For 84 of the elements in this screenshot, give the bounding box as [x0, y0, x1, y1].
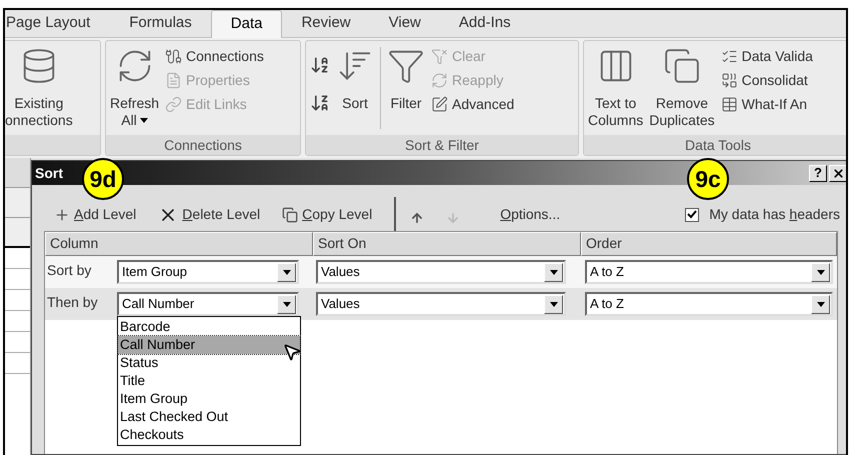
- dropdown-option[interactable]: Checkouts: [118, 426, 300, 444]
- column-header: Sort On: [313, 232, 581, 256]
- spreadsheet-cell: [5, 353, 30, 374]
- dropdown-option[interactable]: Status: [118, 354, 300, 372]
- row-label: Sort by: [47, 261, 92, 280]
- sort-level-row[interactable]: Sort by Item Group Values A to Z: [45, 256, 837, 288]
- help-button[interactable]: ?: [809, 164, 827, 182]
- dropdown-option[interactable]: Title: [118, 372, 300, 390]
- close-button[interactable]: [829, 164, 846, 182]
- ribbon-small-button[interactable]: What-If An: [720, 95, 813, 113]
- dialog-title: Sort: [34, 164, 63, 182]
- ribbon-tab[interactable]: Formulas: [110, 10, 211, 37]
- ribbon-tab[interactable]: Review: [282, 10, 370, 37]
- order-dropdown[interactable]: A to Z: [585, 260, 833, 284]
- ribbon-large-button[interactable]: Remove Duplicates: [649, 47, 715, 129]
- order-dropdown[interactable]: A to Z: [585, 292, 833, 316]
- ribbon-small-button[interactable]: Consolidat: [720, 71, 813, 89]
- spreadsheet-cell: [5, 248, 30, 269]
- group-title: Sort & Filter: [306, 135, 578, 155]
- spreadsheet-cell: [5, 332, 30, 353]
- dropdown-option[interactable]: Item Group: [118, 390, 300, 408]
- dropdown-arrow-icon: [816, 302, 824, 306]
- dropdown-option[interactable]: Last Checked Out: [118, 408, 300, 426]
- dropdown-option[interactable]: Barcode: [118, 318, 300, 336]
- spreadsheet-cell: [5, 290, 30, 311]
- dropdown-button[interactable]: [544, 294, 563, 314]
- sort-on-dropdown[interactable]: Values: [316, 260, 566, 284]
- dropdown-button[interactable]: [544, 262, 563, 282]
- toolbar-button[interactable]: Delete Level: [154, 204, 264, 225]
- ribbon-button-icon: [662, 47, 701, 85]
- ribbon-button-icon: [165, 48, 182, 64]
- dropdown-button[interactable]: [277, 262, 296, 282]
- headers-checkbox[interactable]: My data has headers: [685, 204, 840, 225]
- sort-ascending-icon: [310, 55, 330, 75]
- ribbon-button-icon: [431, 96, 448, 112]
- column-header: Order: [581, 232, 837, 256]
- arrow-up-icon: [410, 211, 424, 225]
- ribbon-large-button[interactable]: Existing onnections: [5, 47, 73, 129]
- dropdown-arrow-icon: [550, 270, 558, 274]
- ribbon-button-icon: [431, 72, 448, 88]
- row-label: Then by: [47, 293, 99, 312]
- ribbon-tab[interactable]: Add-Ins: [440, 10, 530, 37]
- dropdown-arrow-icon: [282, 270, 290, 274]
- group-title: Connections: [106, 135, 300, 155]
- column-dropdown[interactable]: Item Group: [117, 260, 299, 284]
- toolbar-button[interactable]: Add Level: [50, 204, 140, 225]
- column-dropdown[interactable]: Call Number: [117, 292, 299, 316]
- dropdown-arrow-icon: [816, 270, 824, 274]
- group-title: Data Tools: [584, 135, 846, 155]
- options-button[interactable]: Options...: [496, 204, 564, 225]
- arrow-down-icon: [446, 211, 460, 225]
- ribbon-large-button[interactable]: Filter: [387, 47, 425, 112]
- dropdown-button[interactable]: [811, 262, 830, 282]
- check-icon: [687, 210, 698, 219]
- ribbon-small-button[interactable]: Advanced: [431, 95, 514, 113]
- dropdown-button[interactable]: [811, 294, 830, 314]
- ribbon-button-icon: [720, 72, 738, 88]
- ribbon-tab[interactable]: Data: [210, 10, 282, 38]
- spreadsheet-cell: [5, 311, 30, 332]
- ribbon-large-button[interactable]: Sort: [336, 47, 374, 112]
- ribbon-button-icon: [165, 96, 182, 112]
- ribbon-button-icon: [720, 96, 738, 112]
- dropdown-button[interactable]: [277, 294, 296, 314]
- ribbon-large-button[interactable]: Refresh All: [110, 47, 160, 129]
- toolbar-button[interactable]: Copy Level: [278, 204, 376, 225]
- dropdown-arrow-icon: [550, 302, 558, 306]
- ribbon-button-icon: [431, 48, 448, 64]
- dropdown-arrow-icon: [282, 302, 290, 306]
- spreadsheet-cell: [5, 269, 30, 290]
- column-header: Column: [45, 232, 313, 256]
- ribbon-tab[interactable]: View: [370, 10, 440, 37]
- ribbon-button-icon: [165, 72, 182, 88]
- close-icon: [832, 166, 844, 180]
- checkbox[interactable]: [685, 208, 700, 222]
- sort-descending-button[interactable]: [310, 93, 330, 113]
- add-icon: [54, 206, 70, 222]
- sort-ascending-button[interactable]: [310, 55, 330, 75]
- sort-descending-icon: [310, 93, 330, 113]
- sort-on-dropdown[interactable]: Values: [316, 292, 566, 316]
- ribbon-large-button[interactable]: Text to Columns: [588, 47, 644, 129]
- ribbon-small-button[interactable]: Data Valida: [720, 47, 813, 65]
- ribbon-tab[interactable]: Page Layout: [5, 10, 110, 37]
- ribbon-small-button[interactable]: Connections: [165, 47, 264, 65]
- copy-icon: [282, 206, 298, 222]
